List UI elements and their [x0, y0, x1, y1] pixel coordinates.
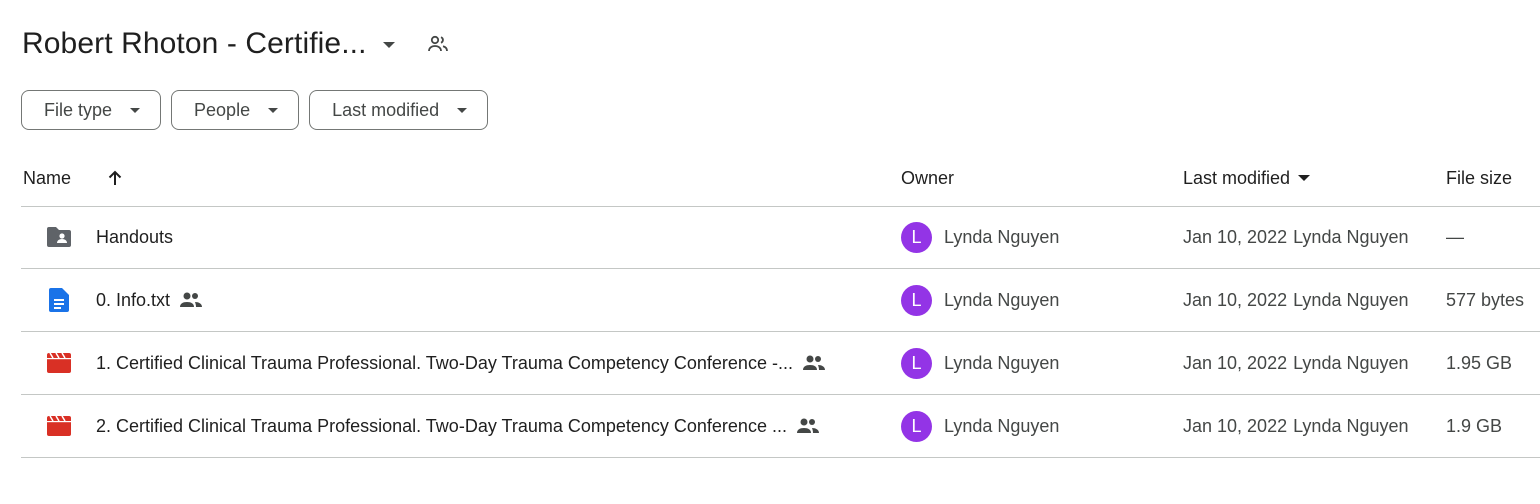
file-size: — [1446, 226, 1464, 247]
people-icon [796, 414, 820, 438]
owner-cell: L Lynda Nguyen [901, 332, 1059, 394]
file-name[interactable]: 2. Certified Clinical Trauma Professiona… [96, 416, 787, 437]
modified-by: Lynda Nguyen [1293, 415, 1409, 436]
column-header-file-size[interactable]: File size [1446, 150, 1512, 206]
file-name[interactable]: 1. Certified Clinical Trauma Professiona… [96, 353, 793, 374]
file-size: 577 bytes [1446, 289, 1525, 310]
file-name-cell: 0. Info.txt [96, 269, 203, 331]
folder-title-bar: Robert Rhoton - Certifie... [22, 22, 451, 66]
last-modified-cell: Jan 10, 2022 Lynda Nguyen [1183, 206, 1409, 268]
filter-label: People [194, 99, 251, 120]
owner-name: Lynda Nguyen [944, 352, 1060, 373]
last-modified-cell: Jan 10, 2022 Lynda Nguyen [1183, 269, 1409, 331]
owner-name: Lynda Nguyen [944, 226, 1060, 247]
file-name[interactable]: Handouts [96, 227, 173, 248]
column-label: Name [23, 167, 72, 188]
owner-cell: L Lynda Nguyen [901, 269, 1059, 331]
table-row[interactable]: 2. Certified Clinical Trauma Professiona… [21, 395, 1540, 458]
file-name-cell: 1. Certified Clinical Trauma Professiona… [96, 332, 826, 394]
file-list: Handouts L Lynda Nguyen Jan 10, 2022 Lyn… [21, 206, 1540, 458]
file-size-cell: 577 bytes [1446, 269, 1524, 331]
column-header-owner[interactable]: Owner [901, 150, 954, 206]
avatar: L [901, 284, 932, 316]
file-size-cell: 1.95 GB [1446, 332, 1512, 394]
last-modified-cell: Jan 10, 2022 Lynda Nguyen [1183, 395, 1409, 457]
file-name[interactable]: 0. Info.txt [96, 290, 170, 311]
modified-date: Jan 10, 2022 [1183, 352, 1288, 373]
file-name-cell: Handouts [96, 206, 173, 268]
filter-label: File type [44, 99, 113, 120]
modified-by: Lynda Nguyen [1293, 226, 1409, 247]
column-label: Last modified [1183, 167, 1291, 188]
chevron-down-icon [268, 107, 279, 113]
table-header: Name Owner Last modified File size [21, 150, 1540, 207]
modified-date: Jan 10, 2022 [1183, 415, 1288, 436]
column-header-last-modified[interactable]: Last modified [1183, 150, 1311, 206]
shared-folder-icon [45, 225, 73, 249]
modified-by: Lynda Nguyen [1293, 352, 1409, 373]
avatar: L [901, 410, 932, 442]
filter-label: Last modified [332, 99, 440, 120]
modified-by: Lynda Nguyen [1293, 289, 1409, 310]
file-size-cell: 1.9 GB [1446, 395, 1502, 457]
file-size-cell: — [1446, 206, 1464, 268]
chevron-down-icon [457, 107, 468, 113]
arrow-drop-down-icon [1298, 175, 1311, 181]
owner-name: Lynda Nguyen [944, 415, 1060, 436]
modified-date: Jan 10, 2022 [1183, 226, 1288, 247]
table-row[interactable]: 0. Info.txt L Lynda Nguyen Jan 10, 2022 … [21, 269, 1540, 332]
video-icon [45, 351, 73, 375]
last-modified-filter[interactable]: Last modified [309, 90, 489, 130]
column-header-name[interactable]: Name [23, 150, 125, 206]
page-title[interactable]: Robert Rhoton - Certifie... [22, 27, 367, 61]
people-icon [179, 288, 203, 312]
owner-name: Lynda Nguyen [944, 289, 1060, 310]
column-label: Owner [901, 167, 955, 188]
avatar: L [901, 347, 932, 379]
arrow-up-icon[interactable] [105, 168, 125, 188]
file-size: 1.95 GB [1446, 352, 1513, 373]
video-icon [45, 414, 73, 438]
table-row[interactable]: 1. Certified Clinical Trauma Professiona… [21, 332, 1540, 395]
owner-cell: L Lynda Nguyen [901, 206, 1059, 268]
arrow-drop-down-icon[interactable] [382, 42, 395, 48]
column-label: File size [1446, 167, 1513, 188]
document-icon [45, 288, 73, 312]
people-filter[interactable]: People [171, 90, 300, 130]
last-modified-cell: Jan 10, 2022 Lynda Nguyen [1183, 332, 1409, 394]
owner-cell: L Lynda Nguyen [901, 395, 1059, 457]
table-row[interactable]: Handouts L Lynda Nguyen Jan 10, 2022 Lyn… [21, 206, 1540, 269]
modified-date: Jan 10, 2022 [1183, 289, 1288, 310]
avatar: L [901, 221, 932, 253]
filter-chips: File type People Last modified [21, 90, 489, 130]
people-icon [802, 351, 826, 375]
people-icon[interactable] [425, 31, 451, 57]
chevron-down-icon [130, 107, 141, 113]
file-size: 1.9 GB [1446, 415, 1503, 436]
file-type-filter[interactable]: File type [21, 90, 162, 130]
file-name-cell: 2. Certified Clinical Trauma Professiona… [96, 395, 820, 457]
drive-folder-view: Robert Rhoton - Certifie... File type Pe… [0, 0, 1540, 504]
